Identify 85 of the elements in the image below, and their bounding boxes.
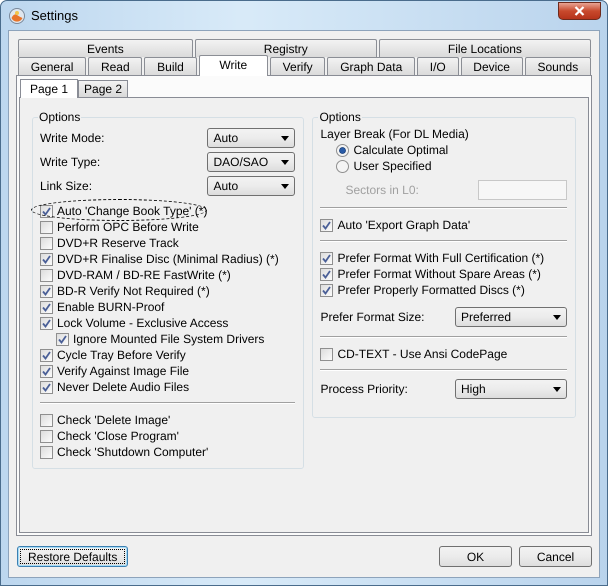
dropdown-arrow-icon — [281, 136, 290, 140]
field-label: Write Mode: — [40, 131, 104, 145]
window-title: Settings — [31, 8, 78, 23]
checkbox[interactable] — [40, 236, 53, 250]
close-button[interactable] — [558, 2, 601, 20]
checkbox-label: Auto 'Export Graph Data' — [337, 218, 470, 232]
checkbox[interactable] — [40, 380, 53, 394]
checkbox-label: Prefer Format With Full Certification (*) — [337, 251, 544, 265]
checkbox-label: BD-R Verify Not Required (*) — [57, 284, 210, 298]
tab[interactable]: I/O — [417, 57, 459, 75]
checkbox-label: Enable BURN-Proof — [57, 300, 164, 314]
checkbox[interactable] — [40, 446, 53, 458]
checkbox[interactable] — [320, 348, 334, 360]
checkbox[interactable] — [320, 268, 334, 280]
checkbox[interactable] — [40, 204, 53, 218]
group-title: Options — [318, 110, 362, 124]
field-label: Write Type: — [40, 155, 100, 169]
dropdown[interactable]: Auto — [207, 128, 296, 148]
checkbox[interactable] — [40, 284, 53, 298]
dropdown[interactable]: Preferred — [455, 307, 567, 327]
checkbox-label: Never Delete Audio Files — [57, 380, 190, 394]
dropdown[interactable]: DAO/SAO — [207, 152, 296, 172]
dropdown-arrow-icon — [281, 160, 290, 164]
checkbox-label: Cycle Tray Before Verify — [57, 348, 186, 362]
tab[interactable]: General — [18, 57, 86, 75]
dialog-button[interactable]: Restore Defaults — [17, 546, 128, 567]
close-icon — [574, 6, 585, 16]
input-field[interactable] — [478, 180, 567, 200]
tab[interactable]: Read — [88, 57, 142, 75]
checkbox-label: Ignore Mounted File System Drivers — [73, 332, 264, 346]
tab[interactable]: Events — [18, 39, 193, 57]
dropdown-arrow-icon — [281, 184, 290, 188]
checkbox-label: Check 'Close Program' — [57, 429, 179, 443]
field-label: Prefer Format Size: — [320, 310, 424, 324]
field-label: Sectors in L0: — [345, 182, 419, 196]
checkbox[interactable] — [40, 414, 53, 426]
checkbox[interactable] — [40, 300, 53, 314]
tab[interactable]: Write — [198, 55, 268, 76]
checkbox[interactable] — [320, 252, 334, 264]
tab[interactable]: Sounds — [524, 57, 591, 75]
checkbox-label: DVD-RAM / BD-RE FastWrite (*) — [57, 268, 231, 282]
checkbox-label: CD-TEXT - Use Ansi CodePage — [337, 347, 508, 361]
tab[interactable]: Registry — [194, 39, 377, 57]
checkbox-label: Prefer Properly Formatted Discs (*) — [337, 283, 525, 297]
checkbox[interactable] — [40, 430, 53, 442]
radio-label: User Specified — [353, 159, 432, 173]
dropdown[interactable]: High — [455, 379, 567, 399]
dialog-button[interactable]: OK — [439, 546, 512, 567]
tab[interactable]: Verify — [270, 57, 326, 75]
checkbox-label: Lock Volume - Exclusive Access — [57, 316, 228, 330]
checkbox[interactable] — [56, 332, 69, 346]
field-label: Link Size: — [40, 179, 92, 193]
section-label: Layer Break (For DL Media) — [320, 127, 469, 141]
radio-button[interactable] — [336, 160, 350, 172]
checkbox[interactable] — [320, 218, 334, 232]
radio-label: Calculate Optimal — [353, 143, 448, 157]
checkbox-label: Verify Against Image File — [57, 364, 190, 378]
app-icon — [9, 8, 25, 24]
radio-button[interactable] — [336, 144, 350, 156]
checkbox[interactable] — [40, 220, 53, 234]
dropdown-arrow-icon — [553, 386, 561, 392]
checkbox[interactable] — [40, 364, 53, 378]
checkbox-label: Auto 'Change Book Type' (*) — [57, 204, 208, 218]
tab[interactable]: Device — [460, 57, 523, 75]
tab[interactable]: Graph Data — [327, 57, 416, 75]
checkbox-label: Check 'Shutdown Computer' — [57, 445, 208, 459]
field-label: Process Priority: — [320, 382, 408, 396]
tab[interactable]: File Locations — [378, 39, 591, 57]
dialog-button[interactable]: Cancel — [519, 546, 592, 567]
checkbox-label: DVD+R Reserve Track — [57, 236, 179, 250]
checkbox-label: Perform OPC Before Write — [57, 220, 199, 234]
checkbox-label: DVD+R Finalise Disc (Minimal Radius) (*) — [57, 252, 279, 266]
tab[interactable]: Build — [144, 57, 197, 75]
checkbox[interactable] — [40, 316, 53, 330]
checkbox[interactable] — [320, 284, 334, 296]
checkbox-label: Prefer Format Without Spare Areas (*) — [337, 267, 541, 281]
checkbox-label: Check 'Delete Image' — [57, 413, 170, 427]
dropdown-arrow-icon — [553, 314, 561, 320]
tab[interactable]: Page 1 — [20, 79, 78, 98]
tab[interactable]: Page 2 — [78, 80, 128, 97]
checkbox[interactable] — [40, 252, 53, 266]
checkbox[interactable] — [40, 268, 53, 282]
checkbox[interactable] — [40, 348, 53, 362]
group-title: Options — [38, 110, 82, 124]
dropdown[interactable]: Auto — [207, 176, 296, 196]
